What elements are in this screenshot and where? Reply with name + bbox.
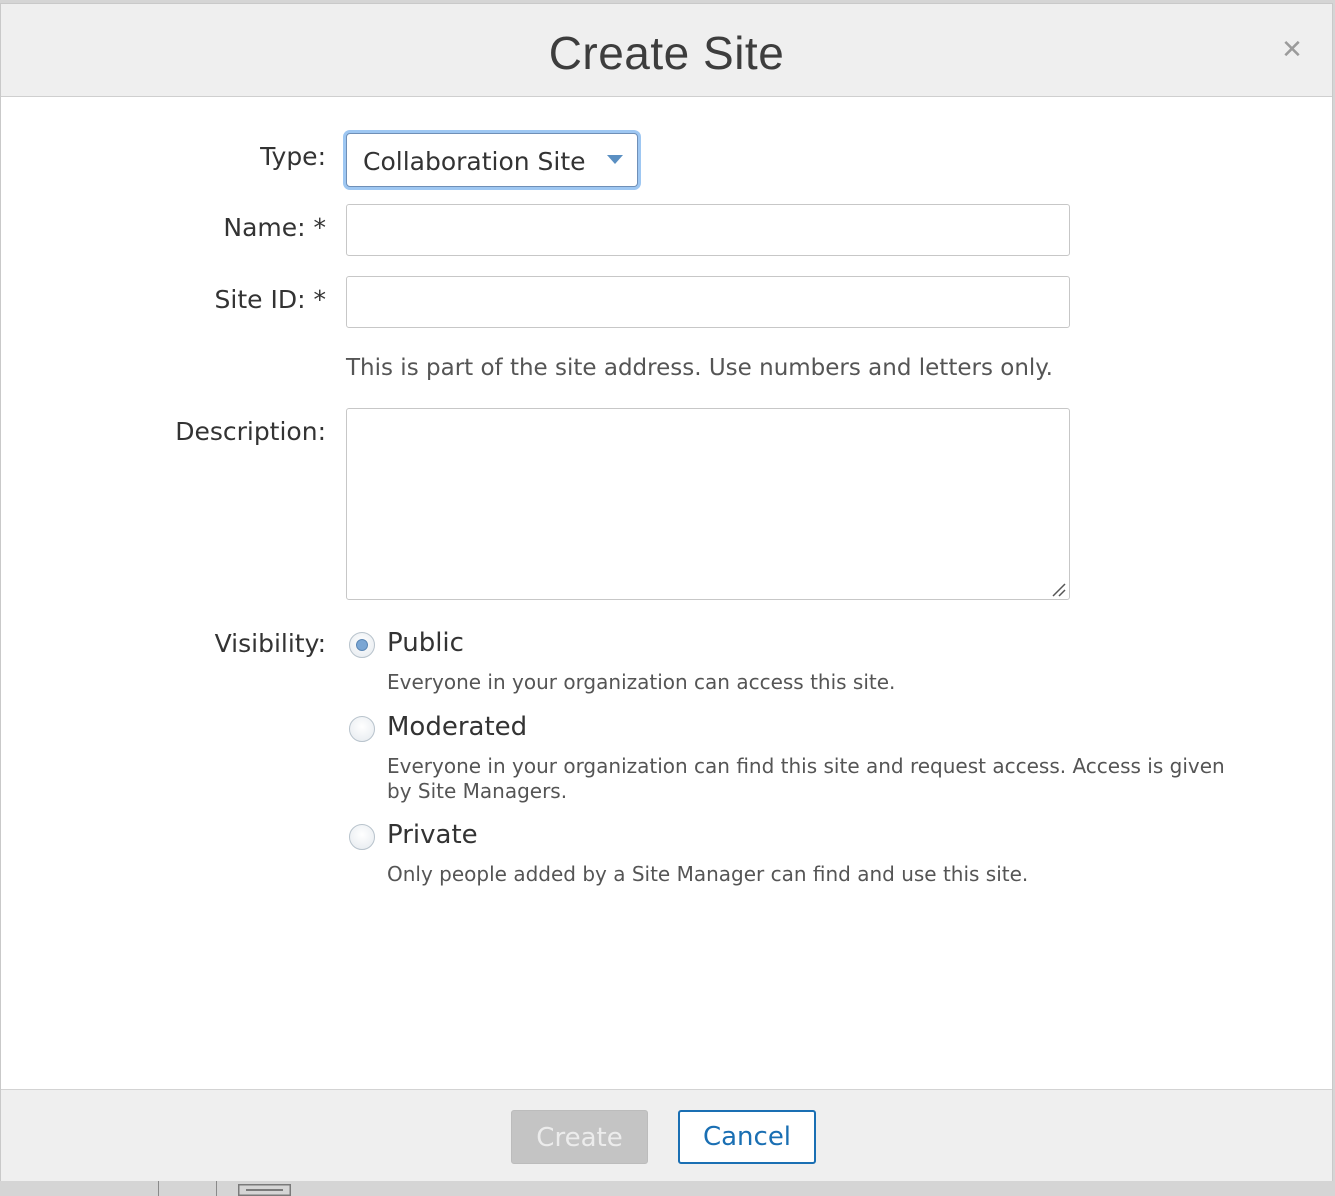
create-site-dialog: Create Site ✕ Type: Collaboration Site N…	[0, 3, 1333, 1182]
backdrop-divider	[158, 1181, 159, 1196]
dialog-header: Create Site ✕	[1, 4, 1332, 97]
type-select[interactable]: Collaboration Site	[346, 133, 638, 187]
radio-public[interactable]	[349, 632, 375, 658]
site-id-label: Site ID: *	[214, 285, 326, 314]
list-icon	[238, 1184, 291, 1196]
page-backdrop	[0, 1181, 1335, 1196]
resize-handle-icon[interactable]	[1050, 581, 1066, 597]
radio-private[interactable]	[349, 824, 375, 850]
radio-moderated-label[interactable]: Moderated	[387, 712, 527, 742]
name-label: Name: *	[223, 213, 326, 242]
create-button[interactable]: Create	[511, 1110, 648, 1164]
radio-private-label[interactable]: Private	[387, 820, 478, 850]
type-select-value: Collaboration Site	[363, 147, 586, 176]
description-label: Description:	[175, 417, 326, 446]
dialog-title: Create Site	[548, 27, 785, 79]
chevron-down-icon	[607, 155, 623, 164]
type-label: Type:	[260, 142, 326, 171]
close-icon[interactable]: ✕	[1280, 37, 1304, 63]
description-textarea[interactable]	[346, 408, 1070, 600]
site-id-input[interactable]	[346, 276, 1070, 328]
radio-public-description: Everyone in your organization can access…	[387, 670, 896, 694]
site-id-hint: This is part of the site address. Use nu…	[346, 355, 1053, 381]
radio-moderated[interactable]	[349, 716, 375, 742]
cancel-button[interactable]: Cancel	[678, 1110, 816, 1164]
radio-private-description: Only people added by a Site Manager can …	[387, 862, 1029, 886]
radio-public-label[interactable]: Public	[387, 628, 464, 658]
name-input[interactable]	[346, 204, 1070, 256]
backdrop-divider	[216, 1181, 217, 1196]
radio-moderated-description: Everyone in your organization can find t…	[387, 754, 1225, 803]
visibility-label: Visibility:	[214, 629, 326, 658]
dialog-footer: Create Cancel	[1, 1089, 1332, 1182]
